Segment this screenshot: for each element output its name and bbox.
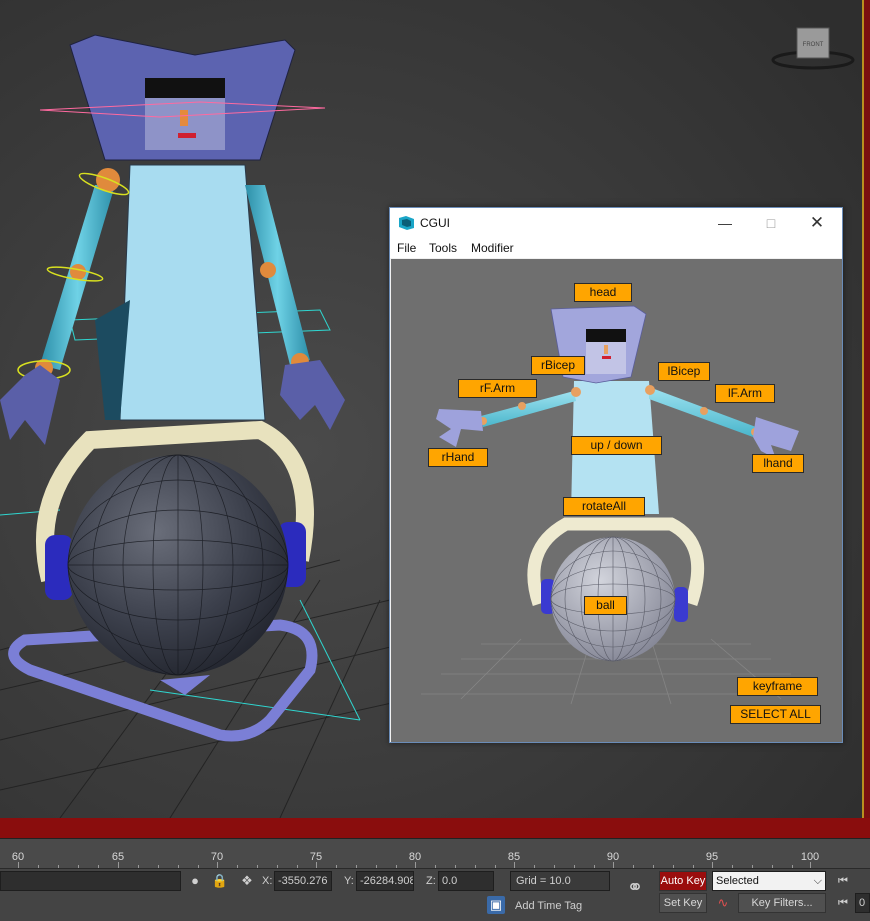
keyframe-button[interactable]: keyframe (737, 677, 818, 696)
key-filters-button[interactable]: Key Filters... (738, 893, 826, 913)
cgui-title: CGUI (420, 216, 450, 230)
selection-lock-icon[interactable]: 🔒 (211, 872, 229, 890)
menu-tools[interactable]: Tools (429, 241, 457, 255)
current-frame-field[interactable]: 0 (855, 893, 870, 913)
maximize-button[interactable]: □ (748, 208, 794, 238)
key-mode-value: Selected (716, 875, 759, 887)
app-icon (399, 216, 414, 230)
app-window: FRONT CGUI — □ ✕ File Tools Modifier hea… (0, 0, 870, 921)
rotateall-button[interactable]: rotateAll (563, 497, 645, 516)
close-button[interactable]: ✕ (794, 208, 840, 238)
y-coordinate-field[interactable]: -26284.908 (356, 871, 414, 891)
isolate-bulb-icon[interactable]: ● (186, 872, 204, 890)
key-mode-select[interactable]: Selected ⌵ (712, 871, 826, 891)
auto-key-button[interactable]: Auto Key (659, 871, 707, 891)
x-label: X: (262, 875, 273, 887)
lbicep-button[interactable]: lBicep (658, 362, 710, 381)
absolute-mode-icon[interactable]: ❖ (238, 872, 256, 890)
lfarm-button[interactable]: lF.Arm (715, 384, 775, 403)
curve-editor-icon[interactable]: ∿ (714, 894, 732, 912)
lhand-button[interactable]: lhand (752, 454, 804, 473)
previous-frame-icon[interactable]: ⏮ (834, 894, 852, 912)
chevron-down-icon: ⌵ (813, 875, 822, 887)
z-label: Z: (426, 875, 436, 887)
time-slider-bar[interactable] (0, 818, 870, 838)
viewcube-label: FRONT (803, 42, 824, 48)
rbicep-button[interactable]: rBicep (531, 356, 585, 375)
goto-start-icon[interactable]: ⏮ (834, 872, 852, 890)
body-mesh[interactable] (119, 164, 266, 421)
head-button[interactable]: head (574, 283, 632, 302)
key-icon[interactable]: ⚭ (620, 878, 650, 898)
cgui-menubar: File Tools Modifier (390, 238, 842, 258)
cgui-window[interactable]: CGUI — □ ✕ File Tools Modifier head rBic… (389, 207, 843, 743)
updown-button[interactable]: up / down (571, 436, 662, 455)
cgui-titlebar[interactable]: CGUI — □ ✕ (390, 208, 842, 238)
track-bar-ruler[interactable]: 60 65 70 75 80 85 90 95 100 (0, 838, 870, 868)
z-coordinate-field[interactable]: 0.0 (438, 871, 494, 891)
ball-button[interactable]: ball (584, 596, 627, 615)
add-time-tag[interactable]: Add Time Tag (515, 896, 582, 916)
menu-modifier[interactable]: Modifier (471, 241, 514, 255)
set-key-button[interactable]: Set Key (659, 893, 707, 913)
minimize-button[interactable]: — (702, 208, 748, 238)
x-coordinate-field[interactable]: -3550.276 (274, 871, 332, 891)
maxscript-listener-field[interactable] (0, 871, 181, 891)
time-tag-icon[interactable]: ▣ (487, 896, 505, 914)
menu-file[interactable]: File (397, 241, 416, 255)
rfarm-button[interactable]: rF.Arm (458, 379, 537, 398)
y-label: Y: (344, 875, 354, 887)
select-all-button[interactable]: SELECT ALL (730, 705, 821, 724)
rhand-button[interactable]: rHand (428, 448, 488, 467)
viewport-edge (864, 0, 870, 818)
cgui-canvas: head rBicep lBicep rF.Arm lF.Arm up / do… (391, 259, 842, 742)
grid-size-readout: Grid = 10.0 (510, 871, 610, 891)
status-bar: ● 🔒 ❖ X: -3550.276 Y: -26284.908 Z: 0.0 … (0, 868, 870, 921)
